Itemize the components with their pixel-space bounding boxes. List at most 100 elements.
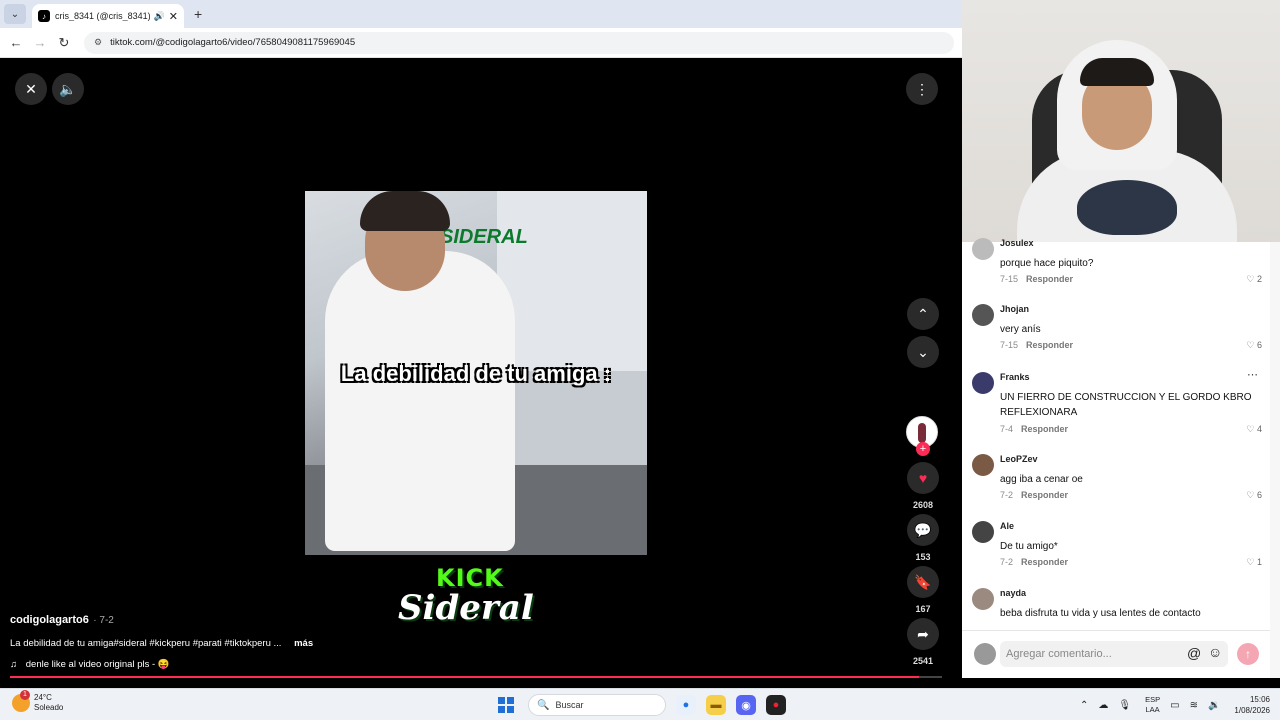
comment-box[interactable]: @ ☺ [1000, 641, 1228, 667]
comment-author[interactable]: nayda [1000, 588, 1026, 598]
progress-fill [10, 676, 919, 678]
taskbar-center: 🔍 Buscar ● ▬ ◉ ● [498, 693, 786, 717]
video-progress-bar[interactable] [10, 676, 942, 678]
comment-author[interactable]: LeoPZev [1000, 454, 1038, 464]
comment-date: 7-15 [1000, 340, 1019, 350]
send-icon[interactable]: ↑ [1237, 643, 1259, 665]
chevron-up-icon[interactable]: ⌃ [907, 298, 939, 330]
taskbar-search[interactable]: 🔍 Buscar [528, 694, 666, 716]
avatar[interactable] [972, 521, 994, 543]
language-indicator[interactable]: ESP LAA [1145, 695, 1160, 715]
new-tab-button[interactable]: + [194, 6, 202, 22]
file-explorer-icon[interactable]: ▬ [706, 695, 726, 715]
comment-icon[interactable]: 💬 [907, 514, 939, 546]
bookmark-icon[interactable]: 🔖 [907, 566, 939, 598]
comments-panel: Josulex porque hace piquito? 7-15 Respond… [962, 238, 1270, 678]
avatar[interactable] [972, 372, 994, 394]
sound-name[interactable]: denle like al video original pls - 😝 [26, 659, 170, 670]
lang-bottom: LAA [1145, 705, 1160, 714]
site-info-icon[interactable]: ⚙ [94, 37, 102, 48]
monitor-icon[interactable]: ▭ [1170, 700, 1179, 711]
comment-likes[interactable]: ♡ 6 [1246, 490, 1262, 501]
chrome-app-icon[interactable]: ● [676, 695, 696, 715]
video-frame[interactable]: SIDERAL La debilidad de tu amiga : [305, 191, 647, 555]
reply-button[interactable]: Responder [1021, 424, 1068, 434]
more-icon[interactable]: ⋮ [906, 73, 938, 105]
volume-icon[interactable]: 🔈 [52, 73, 84, 105]
video-username[interactable]: codigolagarto6 [10, 614, 89, 626]
browser-tab[interactable]: ♪ cris_8341 (@cris_8341) | Tik 🔊 ✕ [32, 4, 184, 28]
wifi-icon[interactable]: ≋ [1190, 700, 1198, 711]
comment-count: 153 [915, 552, 931, 562]
url-field[interactable]: ⚙ tiktok.com/@codigolagarto6/video/76580… [84, 31, 954, 54]
comment-likes[interactable]: ♡ 6 [1246, 340, 1262, 351]
avatar[interactable] [972, 588, 994, 610]
close-tab-icon[interactable]: ✕ [169, 10, 178, 23]
comment-author[interactable]: Jhojan [1000, 304, 1029, 314]
reply-button[interactable]: Responder [1021, 557, 1068, 567]
reply-button[interactable]: Responder [1021, 490, 1068, 500]
heart-icon[interactable]: ♥ [907, 462, 939, 494]
comment-item: Jhojan very anís 7-15 Responder ♡ 6 [972, 304, 1262, 354]
follow-plus-icon[interactable]: + [916, 442, 930, 456]
weather-widget[interactable]: 1 24°C Soleado [12, 690, 64, 713]
speaker-icon[interactable]: 🔊 [154, 11, 165, 22]
system-tray: ⌃ ☁ 🎙 ESP LAA ▭ ≋ 🔉 15:06 1/08/2026 [1070, 693, 1270, 717]
more-link[interactable]: más [294, 638, 313, 649]
comment-date: 7-4 [1000, 424, 1014, 434]
reply-button[interactable]: Responder [1026, 340, 1073, 350]
avatar[interactable] [972, 454, 994, 476]
comment-author[interactable]: Josulex [1000, 238, 1034, 248]
reply-button[interactable]: Responder [1026, 274, 1073, 284]
video-caption-overlay: La debilidad de tu amiga : [340, 361, 612, 386]
share-icon[interactable]: ➦ [907, 618, 939, 650]
network-icon[interactable]: ☁ [1098, 700, 1108, 711]
creator-avatar[interactable]: + [906, 416, 938, 456]
weather-sun-icon: 1 [12, 690, 30, 712]
close-icon[interactable]: ✕ [15, 73, 47, 105]
microphone-icon[interactable]: 🎙 [1118, 700, 1131, 711]
app-icon[interactable]: ● [766, 695, 786, 715]
temperature: 24°C [34, 693, 52, 702]
tab-title: cris_8341 (@cris_8341) | Tik [55, 11, 150, 21]
comment-author[interactable]: Ale [1000, 521, 1014, 531]
weather-text: Soleado [34, 703, 64, 712]
comment-author[interactable]: Franks [1000, 372, 1030, 382]
chevron-down-icon[interactable]: ⌄ [907, 336, 939, 368]
comment-date: 7-15 [1000, 274, 1019, 284]
comment-likes[interactable]: ♡ 4 [1246, 424, 1262, 435]
back-button[interactable]: ← [4, 35, 28, 50]
clock[interactable]: 15:06 1/08/2026 [1234, 694, 1270, 716]
emoji-icon[interactable]: ☺ [1208, 644, 1222, 660]
avatar[interactable] [972, 304, 994, 326]
comment-item: LeoPZev agg iba a cenar oe 7-2 Responder … [972, 454, 1262, 504]
comment-input[interactable] [1006, 645, 1176, 663]
comment-likes[interactable]: ♡ 1 [1246, 557, 1262, 568]
notification-badge: 1 [20, 690, 30, 700]
like-count: 2608 [912, 500, 934, 510]
clock-date: 1/08/2026 [1234, 706, 1270, 715]
tab-search-button[interactable]: ⌄ [4, 4, 26, 24]
mention-icon[interactable]: @ [1187, 645, 1201, 661]
chevron-up-icon[interactable]: ⌃ [1080, 700, 1088, 711]
comment-text: De tu amigo* [1000, 541, 1058, 552]
forward-button[interactable]: → [28, 35, 52, 50]
avatar[interactable] [972, 238, 994, 260]
reload-button[interactable]: ↻ [52, 35, 76, 51]
search-icon: 🔍 [537, 699, 550, 711]
browser-tabstrip: ⌄ ♪ cris_8341 (@cris_8341) | Tik 🔊 ✕ + [0, 0, 962, 28]
video-meta: codigolagarto6 · 7-2 La debilidad de tu … [10, 610, 890, 670]
comment-text: very anís [1000, 324, 1041, 335]
avatar-figure [918, 423, 926, 443]
speaker-icon[interactable]: 🔉 [1208, 700, 1220, 711]
comments-scrollbar[interactable] [1270, 242, 1280, 678]
webcam-overlay [962, 0, 1280, 242]
comment-text: porque hace piquito? [1000, 258, 1094, 269]
comment-input-bar: @ ☺ ↑ [962, 630, 1270, 676]
windows-icon[interactable] [498, 697, 514, 713]
video-player[interactable]: ✕ 🔈 ⋮ SIDERAL La debilidad de tu amiga :… [0, 58, 962, 688]
more-options-icon[interactable]: ⋯ [1247, 368, 1258, 381]
lang-top: ESP [1145, 695, 1161, 704]
discord-app-icon[interactable]: ◉ [736, 695, 756, 715]
comment-likes[interactable]: ♡ 2 [1246, 274, 1262, 285]
